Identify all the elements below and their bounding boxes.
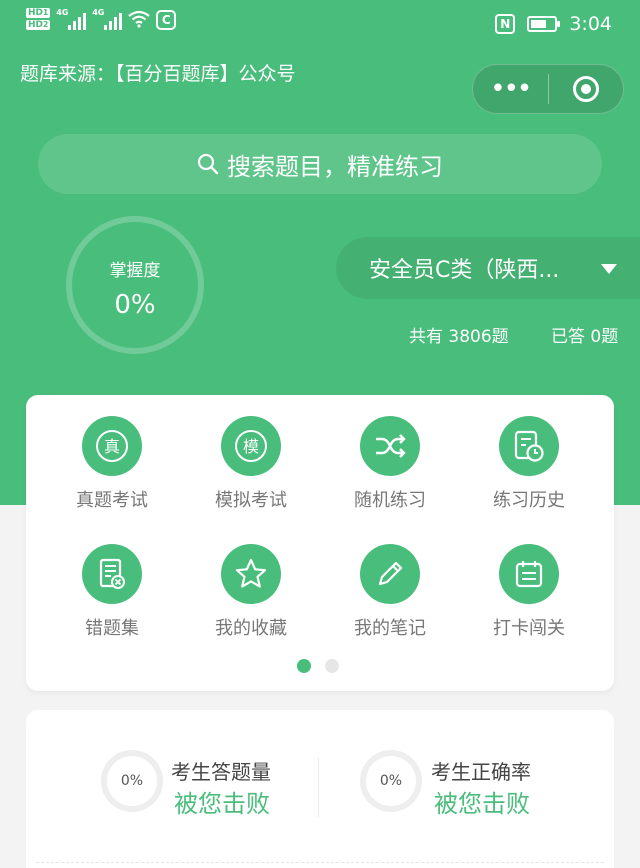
menu-item-random-practice[interactable]: 随机练习 [335,416,445,512]
menu-item-my-notes[interactable]: 我的笔记 [335,544,445,640]
menu-label: 真题考试 [76,490,148,511]
answer-count-ring: 0% [101,750,163,812]
answer-count-title: 考生答题量 [171,760,271,784]
menu-label: 练习历史 [493,490,565,511]
shuffle-icon [360,416,420,476]
battery-icon [527,16,561,32]
mastery-value: 0% [114,290,156,320]
menu-label: 随机练习 [354,490,426,511]
menu-item-check-in[interactable]: 打卡闯关 [474,544,584,640]
total-questions: 共有 3806题 [409,327,509,347]
menu-label: 模拟考试 [215,490,287,511]
hd-indicator: HD1 HD2 [26,8,51,30]
close-mini-program-button[interactable] [549,76,624,102]
accuracy-title: 考生正确率 [431,760,531,784]
menu-label: 错题集 [85,618,139,639]
status-right: N 3:04 [495,13,612,35]
page-indicator [297,659,339,673]
question-bank-name: 安全员C类（陕西... [369,258,560,283]
menu-label: 打卡闯关 [493,618,565,639]
stats-divider [318,757,319,817]
svg-text:模: 模 [243,437,259,456]
menu-item-my-favorites[interactable]: 我的收藏 [196,544,306,640]
mastery-ring: 掌握度 0% [66,216,204,354]
stats-card: 0% 考生答题量 被您击败 0% 考生正确率 被您击败 [26,710,614,868]
question-bank-selector[interactable]: 安全员C类（陕西... [336,237,640,299]
menu-item-mock-exam[interactable]: 模 模拟考试 [196,416,306,512]
caret-down-icon [601,264,617,274]
menu-item-wrong-questions[interactable]: 错题集 [57,544,167,640]
app-notification-icon: C [156,10,177,30]
question-source-text: 题库来源：【百分百题库】公众号 [20,63,296,85]
wifi-icon [128,10,150,31]
answered-questions: 已答 0题 [551,327,619,347]
mini-program-capsule: ••• [472,64,624,114]
page-dot[interactable] [297,659,311,673]
target-icon [572,76,599,102]
nfc-icon: N [495,14,516,34]
menu-item-practice-history[interactable]: 练习历史 [474,416,584,512]
search-bar[interactable]: 搜索题目，精准练习 [38,134,602,194]
status-time: 3:04 [569,13,612,35]
mastery-label: 掌握度 [109,261,161,281]
signal-1-icon: 4G [56,8,87,30]
status-left: HD1 HD2 4G 4G C [26,8,177,32]
menu-item-real-exam[interactable]: 真 真题考试 [57,416,167,512]
svg-text:真: 真 [104,437,120,456]
zhen-icon: 真 [82,416,142,476]
more-menu-button[interactable]: ••• [473,64,548,114]
feature-menu-card: 真 真题考试 模 模拟考试 随机练习 练习历史 错题集 我的收藏 我的笔记 打卡… [26,395,614,691]
accuracy-ring: 0% [360,750,422,812]
stats-separator [36,862,604,863]
menu-label: 我的收藏 [215,618,287,639]
page-dot[interactable] [325,659,339,673]
star-icon [221,544,281,604]
answer-count-subtitle: 被您击败 [174,790,270,818]
pencil-icon [360,544,420,604]
history-icon [499,416,559,476]
mo-icon: 模 [221,416,281,476]
menu-label: 我的笔记 [354,618,426,639]
accuracy-subtitle: 被您击败 [434,790,530,818]
wrong-book-icon [82,544,142,604]
search-placeholder: 搜索题目，精准练习 [227,152,443,181]
search-icon [197,153,219,175]
calendar-icon [499,544,559,604]
status-bar: HD1 HD2 4G 4G C N 3:04 [0,0,640,50]
signal-2-icon: 4G [92,8,123,30]
